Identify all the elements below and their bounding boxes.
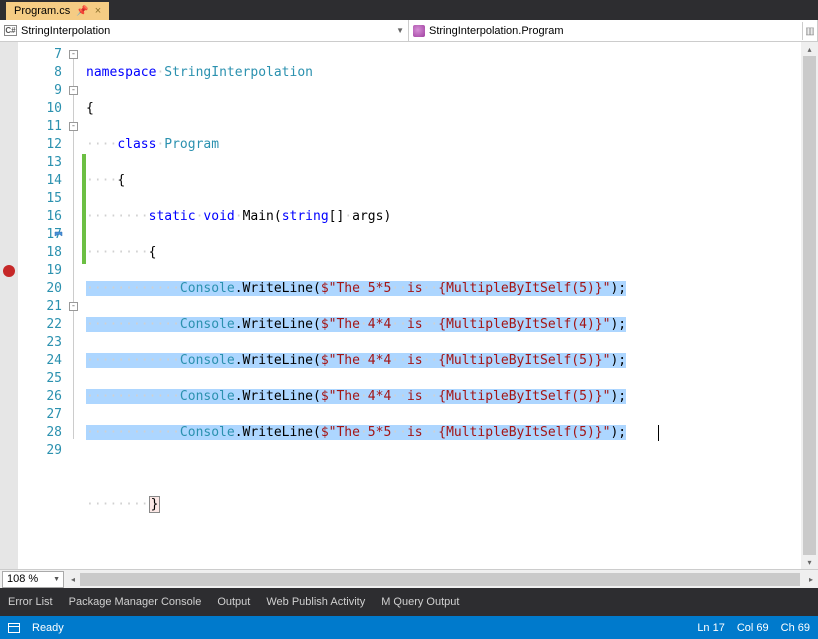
chevron-down-icon: ▼ — [53, 576, 63, 583]
tab-web-publish-activity[interactable]: Web Publish Activity — [266, 596, 365, 608]
chevron-down-icon: ▼ — [396, 26, 404, 35]
window-icon[interactable] — [8, 623, 20, 633]
tab-m-query-output[interactable]: M Query Output — [381, 596, 459, 608]
text-caret — [658, 425, 659, 441]
outlining-gutter[interactable]: - - - - — [68, 42, 82, 569]
breakpoint-gutter[interactable] — [0, 42, 18, 569]
fold-toggle[interactable]: - — [69, 86, 78, 95]
pin-icon[interactable]: 📌 — [76, 6, 88, 17]
breakpoint-icon[interactable] — [3, 265, 15, 277]
code-editor[interactable]: 7891011121314151617181920212223242526272… — [0, 42, 818, 569]
vertical-scrollbar[interactable]: ▴ ▾ — [801, 42, 818, 569]
scroll-left-arrow-icon[interactable]: ◂ — [66, 571, 80, 588]
tab-package-manager-console[interactable]: Package Manager Console — [69, 596, 202, 608]
navigation-bar: C# StringInterpolation ▼ StringInterpolat… — [0, 20, 818, 42]
zoom-value: 108 % — [7, 573, 38, 585]
class-icon — [413, 25, 425, 37]
horizontal-scroll-thumb[interactable] — [80, 573, 800, 586]
document-tab-bar: Program.cs 📌 × — [0, 0, 818, 20]
line-number-gutter: 7891011121314151617181920212223242526272… — [18, 42, 68, 569]
split-editor-icon[interactable]: ▥ — [802, 22, 817, 40]
output-panel-tabs: Error List Package Manager Console Outpu… — [0, 588, 818, 616]
file-tab-program-cs[interactable]: Program.cs 📌 × — [6, 2, 109, 20]
zoom-selector[interactable]: 108 % ▼ — [2, 571, 64, 588]
horizontal-scrollbar[interactable]: ◂ ▸ — [66, 571, 818, 588]
status-ready: Ready — [32, 622, 64, 634]
tab-title: Program.cs — [14, 5, 70, 17]
fold-toggle[interactable]: - — [69, 50, 78, 59]
tab-error-list[interactable]: Error List — [8, 596, 53, 608]
fold-toggle[interactable]: - — [69, 302, 78, 311]
close-icon[interactable]: × — [95, 5, 101, 17]
class-dropdown[interactable]: StringInterpolation.Program ▼ — [409, 20, 818, 41]
code-text-area[interactable]: namespace·StringInterpolation { ····clas… — [86, 42, 818, 569]
scroll-down-arrow-icon[interactable]: ▾ — [801, 555, 818, 569]
vertical-scroll-thumb[interactable] — [803, 56, 816, 555]
tab-output[interactable]: Output — [217, 596, 250, 608]
scroll-right-arrow-icon[interactable]: ▸ — [804, 571, 818, 588]
status-bar: Ready Ln 17 Col 69 Ch 69 — [0, 616, 818, 639]
scroll-up-arrow-icon[interactable]: ▴ — [801, 42, 818, 56]
editor-footer-bar: 108 % ▼ ◂ ▸ — [0, 569, 818, 588]
status-line: Ln 17 — [697, 622, 725, 634]
fold-toggle[interactable]: - — [69, 122, 78, 131]
namespace-dropdown[interactable]: C# StringInterpolation ▼ — [0, 20, 409, 41]
class-label: StringInterpolation.Program — [429, 25, 564, 37]
status-column: Col 69 — [737, 622, 769, 634]
bookmark-flag-icon[interactable] — [54, 229, 64, 239]
csharp-icon: C# — [4, 25, 17, 36]
status-char: Ch 69 — [781, 622, 810, 634]
namespace-label: StringInterpolation — [21, 25, 110, 37]
